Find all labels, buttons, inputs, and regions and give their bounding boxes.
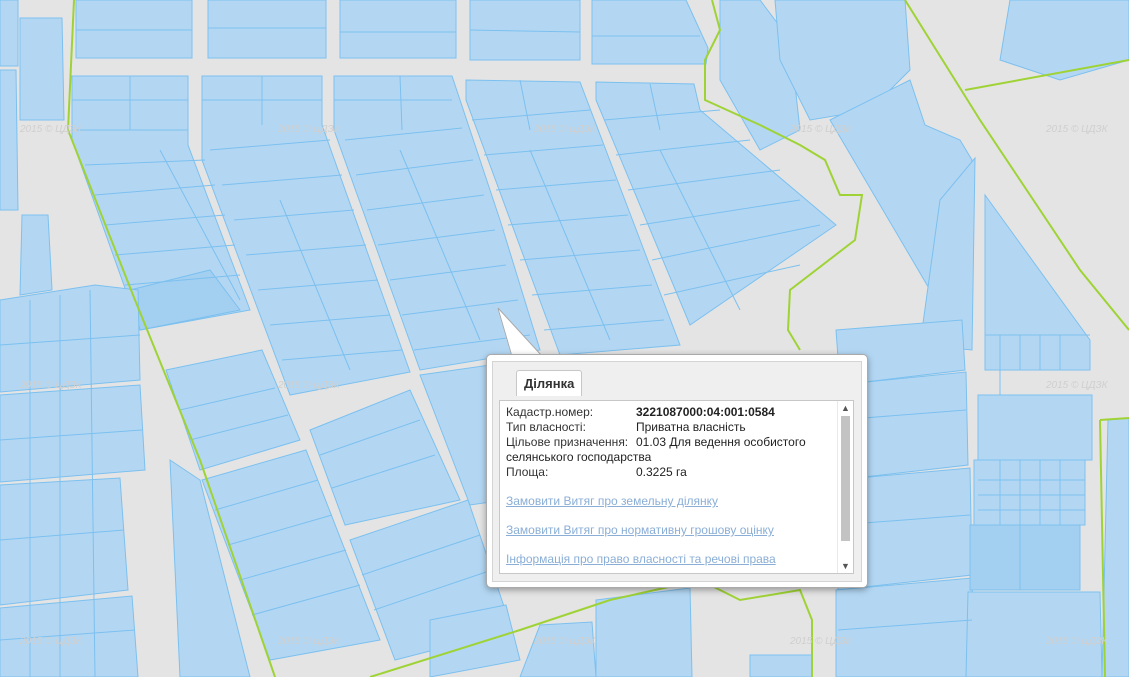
land-parcel[interactable] <box>977 394 1093 461</box>
watermark: 2015 © ЦДЗК <box>278 124 340 135</box>
land-parcel[interactable] <box>749 654 813 677</box>
watermark: 2015 © ЦДЗК <box>278 380 340 391</box>
cadastral-number-row: Кадастр.номер: 3221087000:04:001:0584 <box>506 405 836 420</box>
popup-content: Кадастр.номер: 3221087000:04:001:0584 Ти… <box>499 400 854 574</box>
parcel-details: Кадастр.номер: 3221087000:04:001:0584 Ти… <box>506 405 836 567</box>
order-land-extract-link[interactable]: Замовити Витяг про земельну ділянку <box>506 494 836 509</box>
watermark: 2015 © ЦДЗК <box>1046 636 1108 647</box>
tab-parcel[interactable]: Ділянка <box>516 370 583 396</box>
land-parcel[interactable] <box>0 0 19 67</box>
field-label: Кадастр.номер: <box>506 405 594 419</box>
land-parcel[interactable] <box>965 591 1103 677</box>
purpose-value-continuation: селянського господарства <box>506 450 652 464</box>
field-label: Цільове призначення: <box>506 435 629 449</box>
land-parcel[interactable] <box>595 587 693 677</box>
land-parcel[interactable] <box>75 0 193 59</box>
land-parcel[interactable] <box>207 0 327 59</box>
watermark: 2015 © ЦДЗК <box>790 124 852 135</box>
ownership-type-row: Тип власності: Приватна власність <box>506 420 836 435</box>
ownership-rights-info-link[interactable]: Інформація про право власності та речові… <box>506 552 836 567</box>
land-parcel[interactable] <box>339 0 457 59</box>
land-parcel[interactable] <box>0 69 19 211</box>
land-parcel[interactable] <box>0 477 129 606</box>
parcel-info-popup: × Ділянка Кадастр.номер: 3221087000:04:0… <box>486 354 868 588</box>
scroll-down-icon[interactable]: ▼ <box>838 559 853 573</box>
scroll-up-icon[interactable]: ▲ <box>838 401 853 415</box>
scroll-thumb[interactable] <box>841 416 850 541</box>
watermark: 2015 © ЦДЗК <box>534 636 596 647</box>
land-parcel[interactable] <box>969 524 1081 591</box>
purpose-value: 01.03 Для ведення особистого <box>636 435 806 449</box>
purpose-row-continuation: селянського господарства <box>506 450 836 465</box>
popup-scrollbar[interactable]: ▲ ▼ <box>837 401 853 573</box>
land-parcel[interactable] <box>835 577 976 677</box>
land-parcel[interactable] <box>0 284 141 393</box>
watermark: 2015 © ЦДЗК <box>1046 124 1108 135</box>
watermark: 2015 © ЦДЗК <box>278 636 340 647</box>
field-label: Тип власності: <box>506 420 586 434</box>
watermark: 2015 © ЦДЗК <box>20 380 82 391</box>
watermark: 2015 © ЦДЗК <box>20 124 82 135</box>
watermark: 2015 © ЦДЗК <box>1046 380 1108 391</box>
land-parcel[interactable] <box>19 214 53 296</box>
area-row: Площа: 0.3225 га <box>506 465 836 480</box>
watermark: 2015 © ЦДЗК <box>20 636 82 647</box>
purpose-row: Цільове призначення: 01.03 Для ведення о… <box>506 435 836 450</box>
land-parcel[interactable] <box>19 17 65 121</box>
watermark: 2015 © ЦДЗК <box>790 636 852 647</box>
order-valuation-extract-link[interactable]: Замовити Витяг про нормативну грошову оц… <box>506 523 836 538</box>
area-value: 0.3225 га <box>636 465 687 479</box>
land-parcel[interactable] <box>591 0 709 65</box>
cadastral-number-value: 3221087000:04:001:0584 <box>636 405 775 419</box>
land-parcel[interactable] <box>973 459 1086 526</box>
field-label: Площа: <box>506 465 549 479</box>
watermark: 2015 © ЦДЗК <box>534 124 596 135</box>
land-parcel[interactable] <box>0 384 146 483</box>
ownership-type-value: Приватна власність <box>636 420 746 434</box>
